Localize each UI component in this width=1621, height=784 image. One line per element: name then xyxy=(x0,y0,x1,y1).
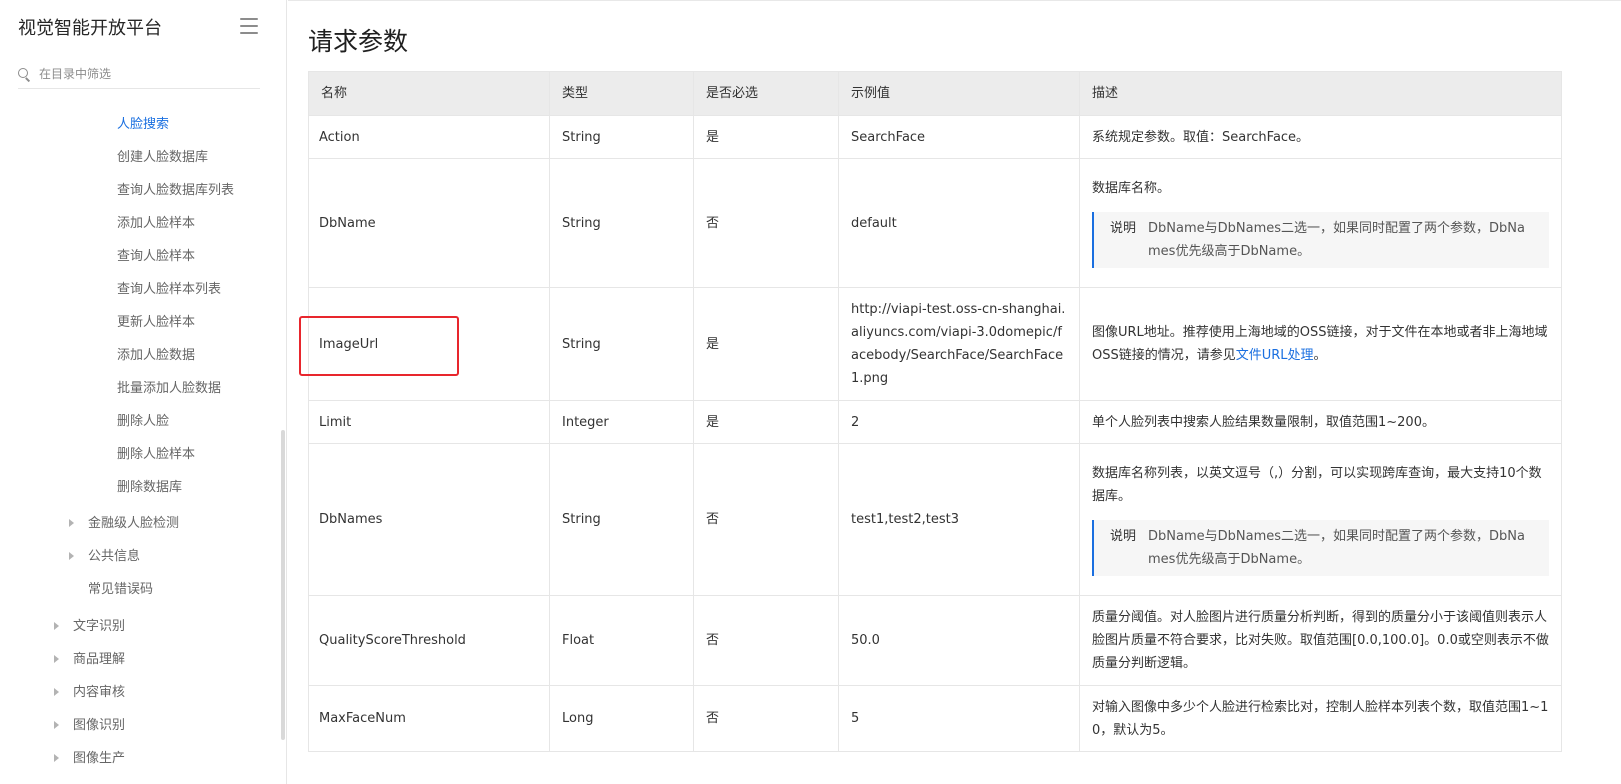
param-type: String xyxy=(549,115,694,159)
header-required: 是否必选 xyxy=(693,71,839,116)
sidebar-item-content-moderation[interactable]: 内容审核 xyxy=(73,685,125,701)
param-name: DbName xyxy=(308,158,550,288)
param-type: String xyxy=(549,287,694,401)
sidebar: 视觉智能开放平台 人脸搜索 创建人脸数据库 查询人脸数据库列表 添加人脸样本 查… xyxy=(0,0,287,784)
directory-filter xyxy=(18,60,260,89)
expand-triangle-icon[interactable] xyxy=(54,754,59,762)
param-name: QualityScoreThreshold xyxy=(308,595,550,686)
header-name: 名称 xyxy=(308,71,550,116)
param-example: 5 xyxy=(838,685,1080,752)
param-required: 是 xyxy=(693,287,839,401)
param-required: 否 xyxy=(693,443,839,596)
sidebar-scrollbar[interactable] xyxy=(281,430,285,740)
header-type: 类型 xyxy=(549,71,694,116)
param-name: Action xyxy=(308,115,550,159)
param-required: 是 xyxy=(693,115,839,159)
note-text: DbName与DbNames二选一，如果同时配置了两个参数，DbNames优先级… xyxy=(1148,528,1525,567)
param-description-cell: 数据库名称列表，以英文逗号（,）分割，可以实现跨库查询，最大支持10个数据库。 … xyxy=(1079,443,1562,596)
param-type: String xyxy=(549,158,694,288)
param-type: Long xyxy=(549,685,694,752)
sidebar-item-ocr[interactable]: 文字识别 xyxy=(73,619,125,635)
param-name: MaxFaceNum xyxy=(308,685,550,752)
sidebar-item-error-codes[interactable]: 常见错误码 xyxy=(88,582,153,598)
sidebar-item-add-face-entity[interactable]: 添加人脸样本 xyxy=(117,216,195,232)
expand-triangle-icon[interactable] xyxy=(69,552,74,560)
sidebar-item-financial-face-detection[interactable]: 金融级人脸检测 xyxy=(88,516,179,532)
param-description: 系统规定参数。取值：SearchFace。 xyxy=(1079,115,1562,159)
sidebar-item-delete-face-db[interactable]: 删除数据库 xyxy=(117,480,182,496)
sidebar-item-add-face[interactable]: 添加人脸数据 xyxy=(117,348,195,364)
sidebar-item-common-info[interactable]: 公共信息 xyxy=(88,549,140,565)
section-title: 请求参数 xyxy=(308,27,409,56)
sidebar-item-get-face-entity[interactable]: 查询人脸样本 xyxy=(117,249,195,265)
param-example: http://viapi-test.oss-cn-shanghai.aliyun… xyxy=(838,287,1080,401)
table-row: ImageUrl String 是 http://viapi-test.oss-… xyxy=(308,287,1562,401)
expand-triangle-icon[interactable] xyxy=(54,721,59,729)
expand-triangle-icon[interactable] xyxy=(54,688,59,696)
param-name: ImageUrl xyxy=(308,287,550,401)
param-description-cell: 图像URL地址。推荐使用上海地域的OSS链接，对于文件在本地或者非上海地域OSS… xyxy=(1079,287,1562,401)
table-row: Action String 是 SearchFace 系统规定参数。取值：Sea… xyxy=(308,115,1562,159)
expand-triangle-icon[interactable] xyxy=(69,519,74,527)
note-box: 说明 DbName与DbNames二选一，如果同时配置了两个参数，DbNames… xyxy=(1092,211,1549,268)
menu-toggle-icon[interactable] xyxy=(240,18,258,34)
sidebar-item-list-face-db[interactable]: 查询人脸数据库列表 xyxy=(117,183,234,199)
table-row: Limit Integer 是 2 单个人脸列表中搜索人脸结果数量限制，取值范围… xyxy=(308,400,1562,444)
param-type: String xyxy=(549,443,694,596)
table-header-row: 名称 类型 是否必选 示例值 描述 xyxy=(308,71,1562,116)
sidebar-item-batch-add-faces[interactable]: 批量添加人脸数据 xyxy=(117,381,221,397)
sidebar-item-goods-tech[interactable]: 商品理解 xyxy=(73,652,125,668)
note-text: DbName与DbNames二选一，如果同时配置了两个参数，DbNames优先级… xyxy=(1148,220,1525,259)
param-name: Limit xyxy=(308,400,550,444)
param-description: 数据库名称列表，以英文逗号（,）分割，可以实现跨库查询，最大支持10个数据库。 xyxy=(1092,465,1542,504)
search-icon xyxy=(18,68,30,80)
sidebar-item-image-production[interactable]: 图像生产 xyxy=(73,751,125,767)
note-label: 说明 xyxy=(1110,528,1137,544)
param-required: 否 xyxy=(693,158,839,288)
sidebar-item-update-face-entity[interactable]: 更新人脸样本 xyxy=(117,315,195,331)
param-description-cell: 数据库名称。 说明 DbName与DbNames二选一，如果同时配置了两个参数，… xyxy=(1079,158,1562,288)
sidebar-item-create-face-db[interactable]: 创建人脸数据库 xyxy=(117,150,208,166)
sidebar-item-list-face-entities[interactable]: 查询人脸样本列表 xyxy=(117,282,221,298)
table-row: QualityScoreThreshold Float 否 50.0 质量分阈值… xyxy=(308,595,1562,686)
sidebar-item-delete-face[interactable]: 删除人脸 xyxy=(117,414,169,430)
param-example: default xyxy=(838,158,1080,288)
param-example: SearchFace xyxy=(838,115,1080,159)
param-type: Integer xyxy=(549,400,694,444)
param-example: 2 xyxy=(838,400,1080,444)
table-row: DbName String 否 default 数据库名称。 说明 DbName… xyxy=(308,158,1562,288)
param-description-suffix: 。 xyxy=(1313,348,1327,363)
file-url-link[interactable]: 文件URL处理 xyxy=(1236,348,1314,363)
param-required: 是 xyxy=(693,400,839,444)
param-description: 单个人脸列表中搜索人脸结果数量限制，取值范围1~200。 xyxy=(1079,400,1562,444)
note-box: 说明 DbName与DbNames二选一，如果同时配置了两个参数，DbNames… xyxy=(1092,519,1549,576)
header-description: 描述 xyxy=(1079,71,1562,116)
param-type: Float xyxy=(549,595,694,686)
expand-triangle-icon[interactable] xyxy=(54,655,59,663)
param-required: 否 xyxy=(693,595,839,686)
sidebar-item-face-search[interactable]: 人脸搜索 xyxy=(117,117,169,133)
param-example: test1,test2,test3 xyxy=(838,443,1080,596)
expand-triangle-icon[interactable] xyxy=(54,622,59,630)
param-name: DbNames xyxy=(308,443,550,596)
top-divider xyxy=(288,0,1621,1)
directory-filter-input[interactable] xyxy=(39,67,239,81)
param-example: 50.0 xyxy=(838,595,1080,686)
param-description: 质量分阈值。对人脸图片进行质量分析判断，得到的质量分小于该阈值则表示人脸图片质量… xyxy=(1079,595,1562,686)
header-example: 示例值 xyxy=(838,71,1080,116)
table-row: DbNames String 否 test1,test2,test3 数据库名称… xyxy=(308,443,1562,596)
param-description: 对输入图像中多少个人脸进行检索比对，控制人脸样本列表个数，取值范围1~10，默认… xyxy=(1079,685,1562,752)
sidebar-item-image-recognition[interactable]: 图像识别 xyxy=(73,718,125,734)
table-row: MaxFaceNum Long 否 5 对输入图像中多少个人脸进行检索比对，控制… xyxy=(308,685,1562,752)
platform-title: 视觉智能开放平台 xyxy=(18,18,162,39)
note-label: 说明 xyxy=(1110,220,1137,236)
app-root: 视觉智能开放平台 人脸搜索 创建人脸数据库 查询人脸数据库列表 添加人脸样本 查… xyxy=(0,0,1621,784)
request-params-table: 名称 类型 是否必选 示例值 描述 Action String 是 Search… xyxy=(308,71,1562,752)
param-required: 否 xyxy=(693,685,839,752)
sidebar-item-delete-face-entity[interactable]: 删除人脸样本 xyxy=(117,447,195,463)
param-description: 数据库名称。 xyxy=(1092,180,1171,196)
